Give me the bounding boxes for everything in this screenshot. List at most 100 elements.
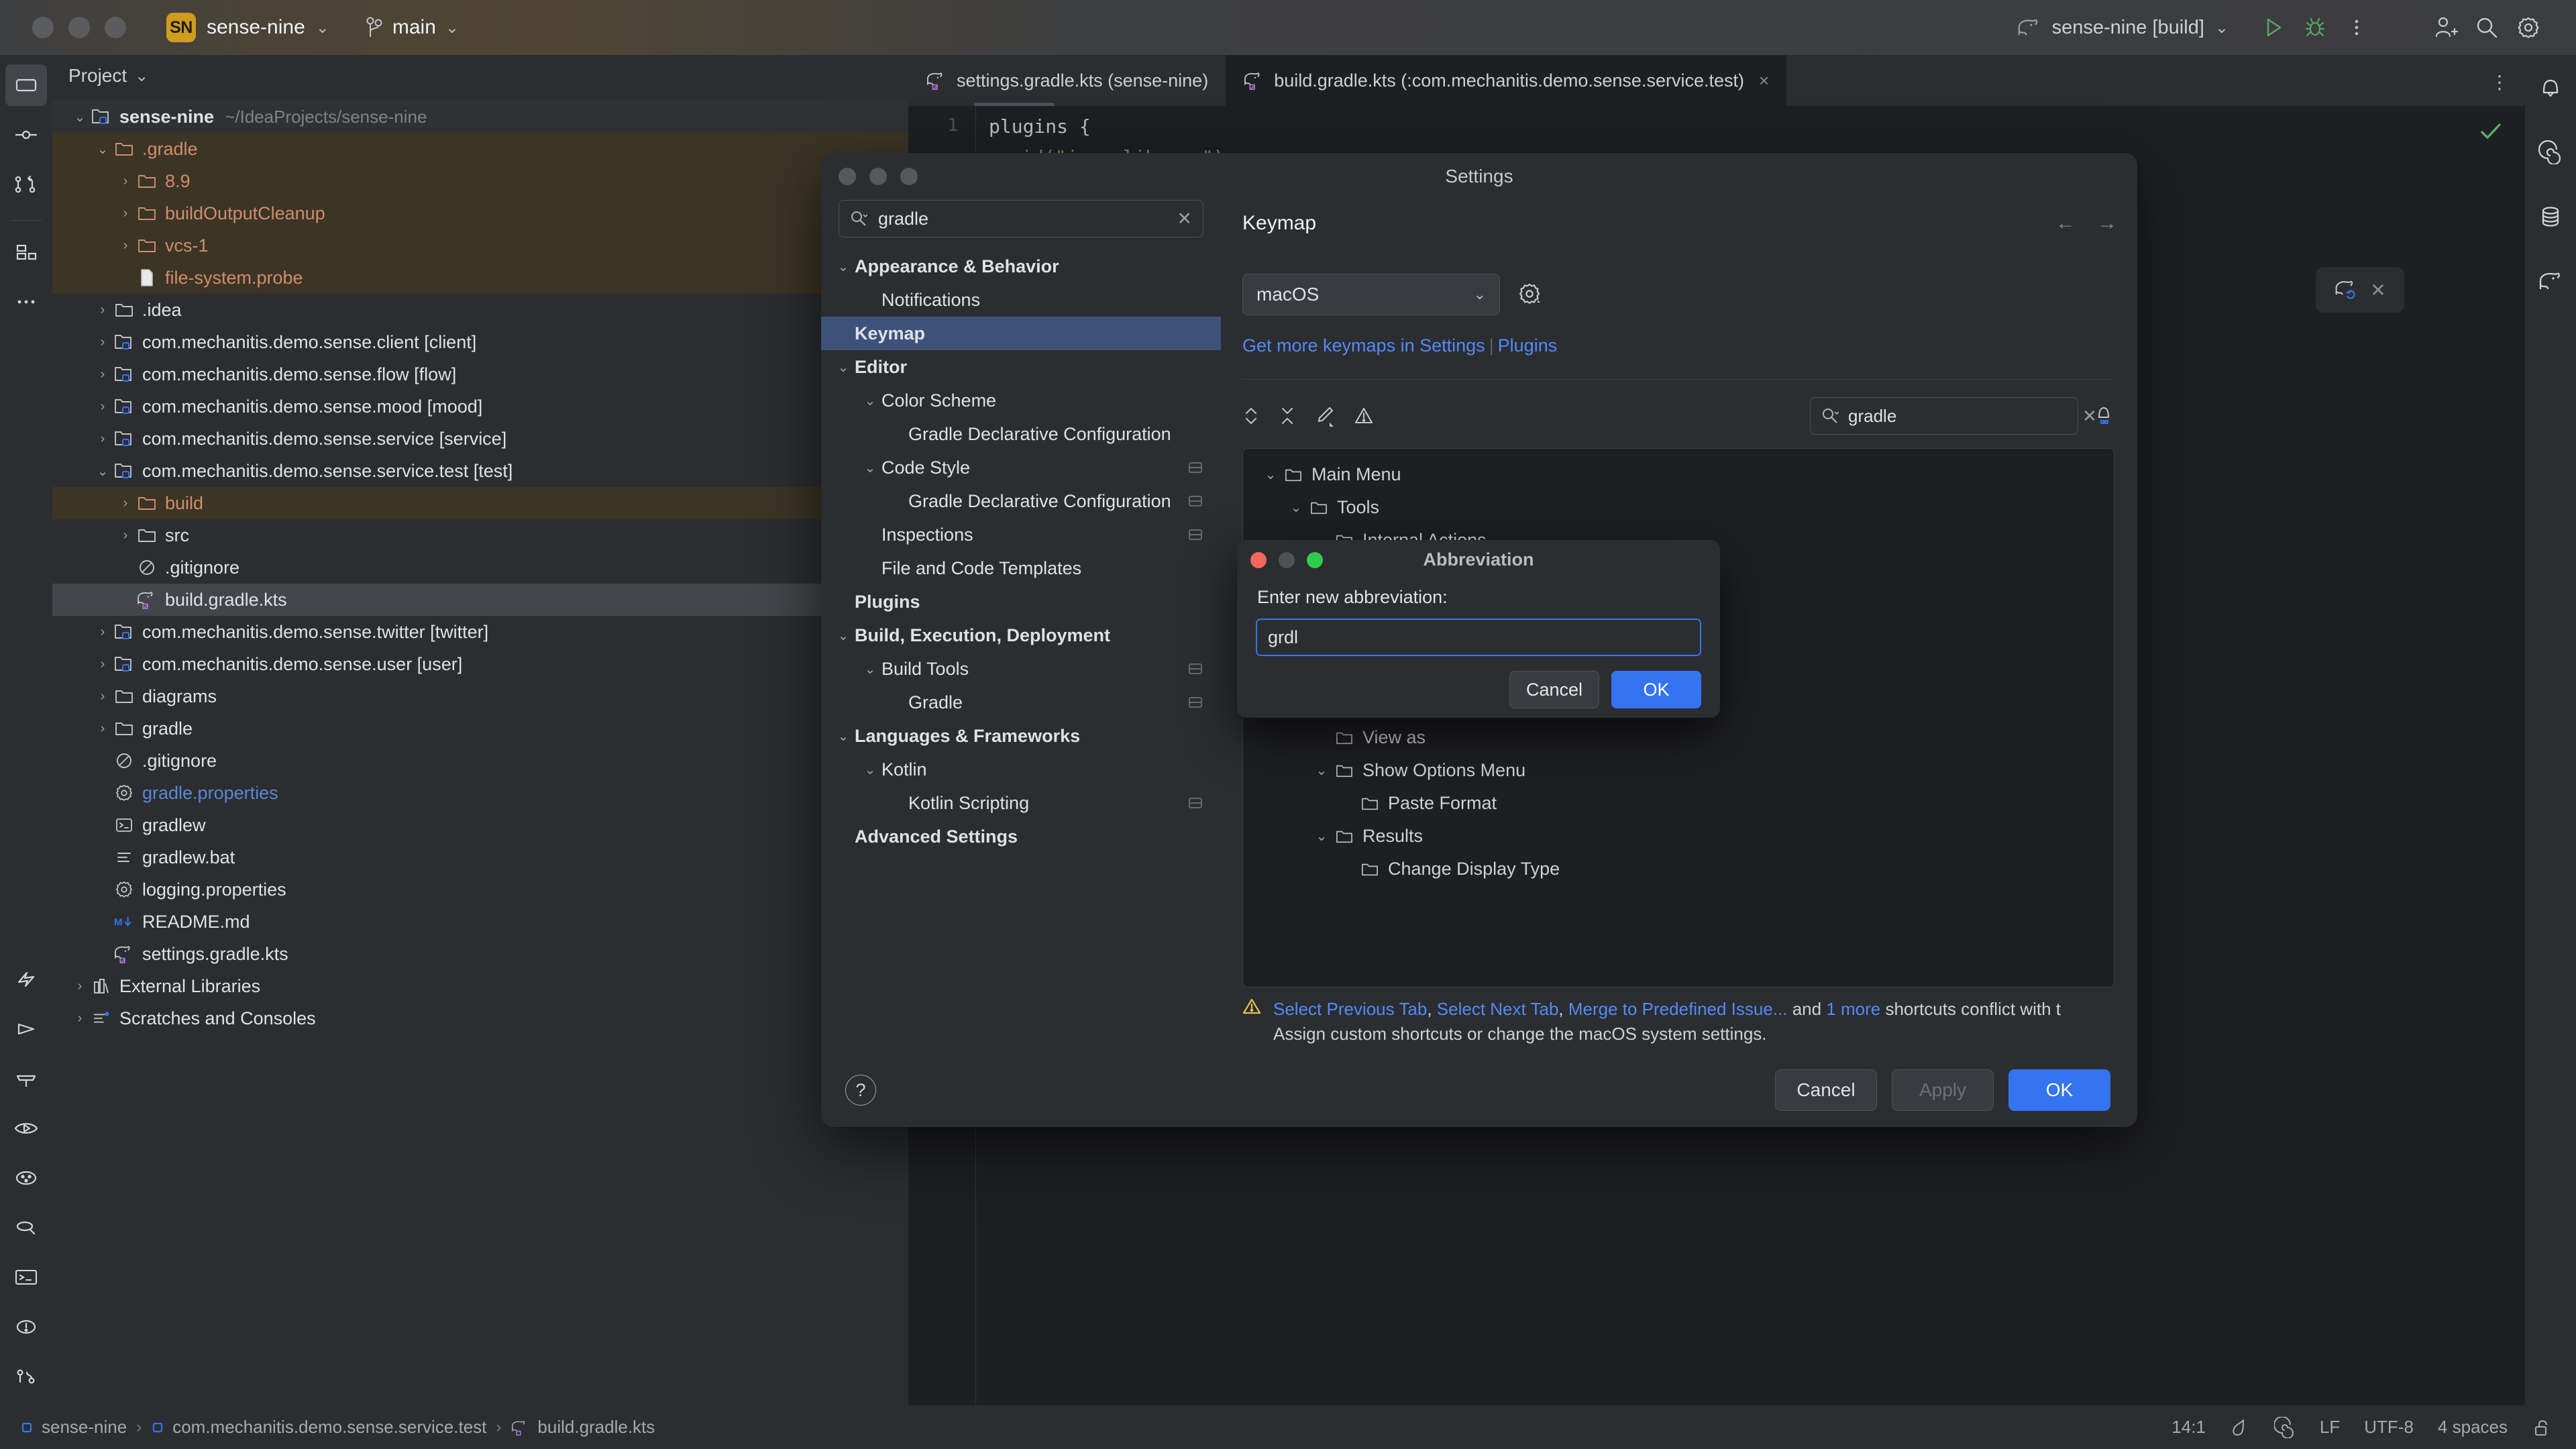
tree-expand-arrow[interactable]: › [93,399,113,415]
settings-tree-row[interactable]: ⌄Editor [821,350,1221,384]
abbreviation-minimize-button[interactable] [1279,552,1295,568]
tree-expand-arrow[interactable]: ⌄ [859,661,881,678]
keymap-tree-row[interactable]: View as [1255,721,2114,754]
project-file-tree[interactable]: ⌄sense-nine~/IdeaProjects/sense-nine⌄.gr… [52,97,908,1034]
tree-expand-arrow[interactable]: › [93,625,113,640]
conflict-link-more[interactable]: 1 more [1826,999,1880,1019]
project-tree-row[interactable]: ›com.mechanitis.demo.sense.mood [mood] [52,390,908,423]
project-tree-row[interactable]: ›External Libraries [52,970,908,1002]
conflict-link-2[interactable]: Select Next Tab [1437,999,1559,1019]
close-icon[interactable]: ✕ [2370,279,2385,301]
tree-expand-arrow[interactable]: ⌄ [1310,828,1333,845]
project-tree-row[interactable]: gradle.properties [52,777,908,809]
tree-expand-arrow[interactable]: ⌄ [1285,499,1307,516]
spiral-icon[interactable] [2530,131,2571,173]
editor-tab[interactable]: build.gradle.kts (:com.mechanitis.demo.s… [1226,55,1786,106]
branch-selector[interactable]: main ⌄ [366,16,459,39]
settings-tree[interactable]: ⌄Appearance & BehaviorNotificationsKeyma… [821,250,1221,1053]
project-tree-row[interactable]: ›diagrams [52,680,908,712]
sidebar-item-build[interactable] [5,959,47,1000]
tree-expand-arrow[interactable]: › [115,238,136,254]
project-tree-row[interactable]: ›Scratches and Consoles [52,1002,908,1034]
settings-tree-row[interactable]: ⌄Kotlin [821,753,1221,786]
project-tree-row[interactable]: MREADME.md [52,906,908,938]
tree-expand-arrow[interactable]: › [93,367,113,382]
settings-tree-row[interactable]: ⌄Build Tools [821,652,1221,686]
tree-expand-arrow[interactable]: › [93,657,113,672]
elephant-icon[interactable] [2530,260,2571,302]
keymap-tree-row[interactable]: ⌄Main Menu [1255,458,2114,491]
tree-expand-arrow[interactable]: › [115,496,136,511]
tree-expand-arrow[interactable]: ⌄ [832,359,855,376]
cancel-button[interactable]: Cancel [1775,1069,1877,1111]
settings-maximize-button[interactable] [900,168,918,185]
sidebar-item-profiler[interactable] [5,1058,47,1099]
more-actions-button[interactable] [2336,7,2377,48]
sidebar-item-project[interactable] [5,64,47,106]
tree-expand-arrow[interactable]: ⌄ [832,728,855,745]
conflict-link-3[interactable]: Merge to Predefined Issue... [1568,999,1788,1019]
tree-expand-arrow[interactable]: ⌄ [1259,466,1282,483]
project-panel-header[interactable]: Project ⌄ [52,55,908,97]
breadcrumb[interactable]: sense-nine›com.mechanitis.demo.sense.ser… [20,1417,655,1438]
gear-icon[interactable] [2508,7,2549,48]
settings-tree-row[interactable]: Notifications [821,283,1221,317]
expand-collapse-icon[interactable] [1242,405,1260,427]
project-tree-row[interactable]: ⌄sense-nine~/IdeaProjects/sense-nine [52,101,908,133]
window-maximize-button[interactable] [105,17,126,38]
settings-tree-row[interactable]: Keymap [821,317,1221,350]
tree-expand-arrow[interactable]: › [70,979,90,994]
back-arrow-icon[interactable]: ← [2055,212,2076,235]
project-tree-row[interactable]: ›com.mechanitis.demo.sense.service [serv… [52,423,908,455]
project-tree-row[interactable]: ›gradle [52,712,908,745]
settings-tree-row[interactable]: ⌄Color Scheme [821,384,1221,417]
tree-expand-arrow[interactable]: ⌄ [859,761,881,778]
ai-spiral-icon[interactable] [2274,1417,2296,1438]
get-more-keymaps-link[interactable]: Get more keymaps in Settings [1242,335,1485,356]
add-user-icon[interactable] [2424,7,2466,48]
settings-search-box[interactable]: ✕ [839,200,1203,237]
settings-tree-row[interactable]: ⌄Code Style [821,451,1221,484]
breadcrumb-item[interactable]: com.mechanitis.demo.sense.service.test [151,1417,486,1438]
bell-icon[interactable] [2530,67,2571,109]
editor-tab-strip[interactable]: ⋮ settings.gradle.kts (sense-nine)build.… [908,55,2525,106]
window-traffic-lights[interactable] [32,17,126,38]
tree-expand-arrow[interactable]: › [115,174,136,189]
settings-tree-row[interactable]: ⌄Appearance & Behavior [821,250,1221,283]
caret-position[interactable]: 14:1 [2171,1417,2206,1438]
project-tree-row[interactable]: ›vcs-1 [52,229,908,262]
settings-tree-row[interactable]: Advanced Settings [821,820,1221,853]
sidebar-item-ai-assistant[interactable] [5,1157,47,1199]
conflicts-warning-icon[interactable] [1354,405,1374,427]
project-tree-row[interactable]: .gitignore [52,551,908,584]
project-tree-row[interactable]: ›com.mechanitis.demo.sense.flow [flow] [52,358,908,390]
editor-options-icon[interactable]: ⋮ [2490,71,2509,93]
lock-open-icon[interactable] [2532,1417,2552,1438]
sidebar-item-commit[interactable] [5,114,47,156]
forward-arrow-icon[interactable]: → [2097,212,2117,235]
sidebar-item-terminal[interactable] [5,1256,47,1298]
tree-expand-arrow[interactable]: › [93,303,113,318]
settings-tree-row[interactable]: Kotlin Scripting [821,786,1221,820]
abbreviation-ok-button[interactable]: OK [1611,671,1701,708]
keymap-action-tree[interactable]: ⌄Main Menu⌄Tools⌄Internal Actions⌄UIShow… [1242,448,2114,987]
ok-button[interactable]: OK [2008,1069,2110,1111]
project-tree-row[interactable]: ⌄.gradle [52,133,908,165]
conflict-link-1[interactable]: Select Previous Tab [1273,999,1427,1019]
sidebar-item-structure[interactable] [5,231,47,273]
project-tree-row[interactable]: ›com.mechanitis.demo.sense.twitter [twit… [52,616,908,648]
keymap-settings-gear-icon[interactable] [1517,282,1543,307]
abbreviation-close-button[interactable] [1250,552,1267,568]
project-tree-row[interactable]: ›com.mechanitis.demo.sense.user [user] [52,648,908,680]
settings-tree-row[interactable]: Plugins [821,585,1221,619]
keymap-search-input[interactable] [1848,406,2073,427]
keymap-tree-row[interactable]: ⌄Show Options Menu [1255,754,2114,787]
tree-expand-arrow[interactable]: ⌄ [93,463,113,480]
collapse-all-icon[interactable] [1279,405,1296,427]
tree-expand-arrow[interactable]: › [70,1011,90,1026]
tree-expand-arrow[interactable]: › [93,689,113,704]
gradle-reload-icon[interactable] [2334,278,2361,301]
run-button[interactable] [2253,7,2294,48]
tree-expand-arrow[interactable]: › [93,335,113,350]
sidebar-item-services[interactable] [5,1108,47,1149]
